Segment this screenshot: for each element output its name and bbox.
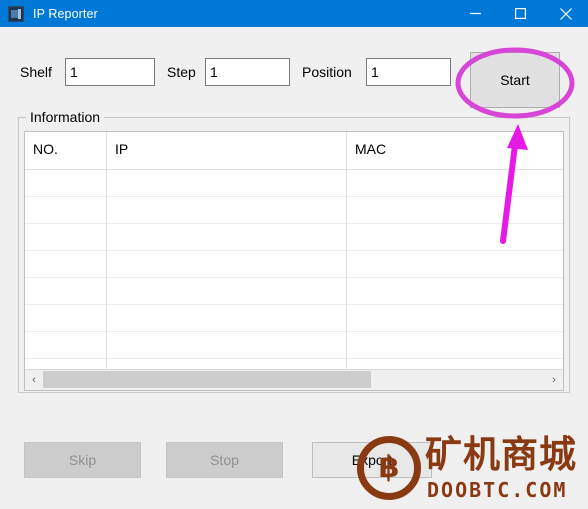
stop-button[interactable]: Stop	[166, 442, 283, 478]
column-header-ip: IP	[115, 141, 129, 157]
bitcoin-glyph: ฿	[378, 450, 400, 485]
window-title: IP Reporter	[33, 6, 98, 21]
table-row[interactable]	[25, 332, 563, 359]
shelf-label: Shelf	[20, 64, 52, 80]
scrollbar-thumb[interactable]	[43, 371, 371, 388]
maximize-icon[interactable]	[498, 0, 543, 27]
title-bar: IP Reporter	[0, 0, 588, 27]
scrollbar-track[interactable]	[43, 370, 545, 390]
app-icon	[8, 5, 24, 22]
position-input[interactable]	[366, 58, 451, 86]
horizontal-scrollbar[interactable]: ‹ ›	[24, 369, 564, 391]
start-button[interactable]: Start	[470, 52, 560, 108]
bitcoin-logo-icon: ฿	[357, 436, 421, 500]
window-controls	[453, 0, 588, 27]
step-input[interactable]	[205, 58, 290, 86]
watermark-domain: DOOBTC.COM	[427, 478, 568, 502]
minimize-icon[interactable]	[453, 0, 498, 27]
table-row[interactable]	[25, 305, 563, 332]
information-table: NO. IP MAC	[24, 131, 564, 369]
watermark-cn-text: 矿机商城	[425, 433, 577, 476]
close-icon[interactable]	[543, 0, 588, 27]
step-label: Step	[167, 64, 196, 80]
table-row[interactable]	[25, 359, 563, 369]
table-row[interactable]	[25, 170, 563, 197]
skip-button[interactable]: Skip	[24, 442, 141, 478]
table-row[interactable]	[25, 278, 563, 305]
scroll-right-arrow-icon[interactable]: ›	[545, 370, 563, 390]
column-header-no: NO.	[33, 141, 58, 157]
watermark: ฿ 矿机商城 DOOBTC.COM	[357, 428, 588, 509]
table-header-row: NO. IP MAC	[25, 132, 563, 170]
table-row[interactable]	[25, 251, 563, 278]
column-header-mac: MAC	[355, 141, 387, 157]
table-body	[25, 170, 563, 369]
position-label: Position	[302, 64, 352, 80]
shelf-input[interactable]	[65, 58, 155, 86]
scroll-left-arrow-icon[interactable]: ‹	[25, 370, 43, 390]
table-row[interactable]	[25, 224, 563, 251]
table-row[interactable]	[25, 197, 563, 224]
information-group-label: Information	[26, 109, 105, 125]
ip-reporter-window: IP Reporter Shelf Step Position Start In…	[0, 0, 588, 509]
